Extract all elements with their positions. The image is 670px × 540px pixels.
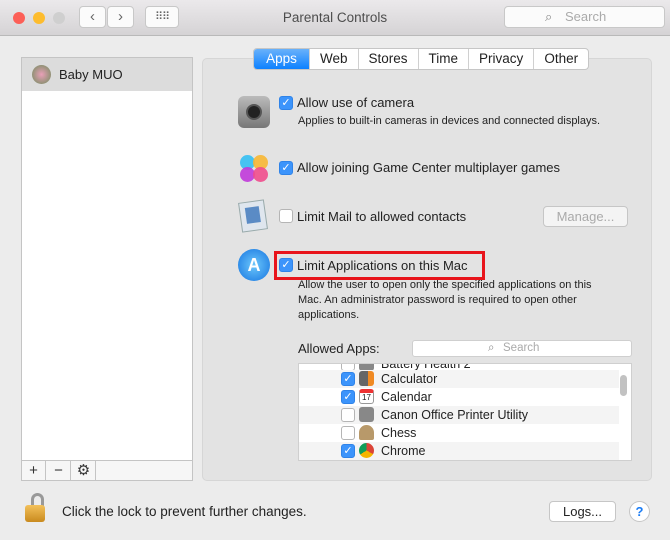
limit-apps-checkbox[interactable]: ✓: [279, 258, 293, 272]
title-bar: ‹ › ⠿⠿ Parental Controls ⌕ Search: [0, 0, 670, 36]
calendar-icon: 17: [359, 389, 374, 404]
description-line: Allow the user to open only the specifie…: [298, 279, 592, 291]
gear-icon[interactable]: ⚙: [72, 461, 96, 480]
search-field[interactable]: ⌕ Search: [504, 6, 665, 28]
app-name: Calendar: [381, 390, 432, 404]
help-button[interactable]: ?: [629, 501, 650, 522]
add-user-button[interactable]: +: [22, 461, 46, 480]
camera-description: Applies to built-in cameras in devices a…: [298, 115, 601, 127]
app-name: Chess: [381, 426, 417, 440]
camera-icon: [238, 96, 270, 128]
calculator-icon: [359, 371, 374, 386]
tab-privacy[interactable]: Privacy: [469, 49, 535, 69]
list-item[interactable]: Chess: [299, 424, 619, 442]
tab-time[interactable]: Time: [419, 49, 470, 69]
lock-text: Click the lock to prevent further change…: [62, 504, 307, 519]
scrollbar-thumb[interactable]: [620, 375, 627, 396]
apps-search-placeholder: Search: [503, 342, 540, 354]
app-store-icon: A: [238, 249, 270, 281]
description-line: applications.: [298, 309, 360, 321]
app-name: Calculator: [381, 372, 438, 386]
tab-bar: Apps Web Stores Time Privacy Other: [253, 48, 590, 70]
chrome-icon: [359, 443, 374, 458]
app-checkbox[interactable]: ✓: [341, 444, 355, 458]
app-checkbox[interactable]: [341, 426, 355, 440]
search-placeholder: Search: [565, 9, 607, 24]
printer-icon: [359, 407, 374, 422]
user-list: Baby MUO + − ⚙: [21, 57, 193, 481]
list-item[interactable]: ✓ 17 Calendar: [299, 388, 619, 406]
logs-button[interactable]: Logs...: [549, 501, 616, 522]
game-center-checkbox[interactable]: ✓: [279, 161, 293, 175]
list-item[interactable]: Canon Office Printer Utility: [299, 406, 619, 424]
app-checkbox[interactable]: ✓: [341, 372, 355, 386]
app-name: Canon Office Printer Utility: [381, 408, 529, 422]
app-checkbox[interactable]: ✓: [341, 390, 355, 404]
sidebar-toolbar: + − ⚙: [22, 460, 192, 480]
tab-web[interactable]: Web: [310, 49, 359, 69]
search-icon: ⌕: [545, 9, 553, 24]
tab-apps[interactable]: Apps: [254, 49, 310, 69]
camera-checkbox[interactable]: ✓: [279, 96, 293, 110]
remove-user-button[interactable]: −: [47, 461, 71, 480]
allowed-apps-label: Allowed Apps:: [298, 341, 380, 356]
limit-apps-label: Limit Applications on this Mac: [297, 258, 468, 273]
game-center-label: Allow joining Game Center multiplayer ga…: [297, 160, 561, 175]
mail-checkbox[interactable]: [279, 209, 293, 223]
chess-icon: [359, 425, 374, 440]
app-checkbox[interactable]: [341, 408, 355, 422]
tab-other[interactable]: Other: [534, 49, 588, 69]
tab-stores[interactable]: Stores: [359, 49, 419, 69]
mail-stamp-icon: [238, 199, 268, 233]
list-item[interactable]: ✓ Chrome: [299, 442, 619, 460]
user-row[interactable]: Baby MUO: [22, 58, 192, 91]
app-name: Chrome: [381, 444, 426, 458]
limit-apps-description: Allow the user to open only the specifie…: [298, 278, 592, 323]
mail-label: Limit Mail to allowed contacts: [297, 209, 467, 224]
apps-search-field[interactable]: ⌕ Search: [412, 340, 632, 357]
avatar: [32, 65, 51, 84]
game-center-icon: [238, 153, 270, 185]
search-icon: ⌕: [488, 342, 495, 354]
user-name: Baby MUO: [59, 67, 123, 82]
list-item[interactable]: ✓ Calculator: [299, 370, 619, 388]
description-line: Mac. An administrator password is requir…: [298, 294, 577, 306]
manage-button[interactable]: Manage...: [543, 206, 628, 227]
lock-icon[interactable]: [25, 493, 47, 523]
allowed-apps-list: Battery Health 2 ✓ Calculator ✓ 17 Calendar…: [298, 363, 632, 461]
camera-label: Allow use of camera: [297, 95, 415, 110]
